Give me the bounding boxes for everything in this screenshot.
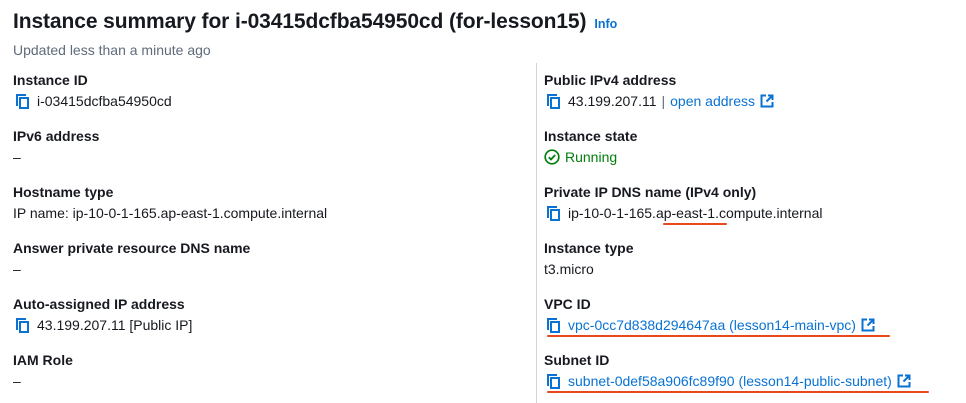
annotation-underline <box>663 223 727 225</box>
field-label: Hostname type <box>13 184 114 200</box>
page-title: Instance summary for i-03415dcfba54950cd… <box>13 10 587 33</box>
info-link[interactable]: Info <box>594 17 617 31</box>
copy-icon[interactable] <box>544 92 562 110</box>
open-address-link[interactable]: open address <box>670 92 755 110</box>
field-label: Answer private resource DNS name <box>13 240 251 256</box>
field-auto-ip: Auto-assigned IP address 43.199.207.11 [… <box>13 295 192 334</box>
field-iam-role: IAM Role – <box>13 351 73 390</box>
field-label: IPv6 address <box>13 128 100 144</box>
field-label: Private IP DNS name (IPv4 only) <box>544 184 757 200</box>
field-vpc-id: VPC ID vpc-0cc7d838d294647aa (lesson14-m… <box>544 295 875 334</box>
field-label: Subnet ID <box>544 352 610 368</box>
summary-header: Instance summary for i-03415dcfba54950cd… <box>13 10 617 34</box>
field-label: IAM Role <box>13 352 73 368</box>
field-label: Instance state <box>544 128 638 144</box>
auto-ip-value: 43.199.207.11 [Public IP] <box>37 317 193 333</box>
copy-icon[interactable] <box>544 204 562 222</box>
field-answer-dns: Answer private resource DNS name – <box>13 239 250 278</box>
subnet-id-link[interactable]: subnet-0def58a906fc89f90 (lesson14-publi… <box>568 372 892 390</box>
instance-state-value: Running <box>565 149 618 165</box>
external-link-icon[interactable] <box>760 94 774 108</box>
external-link-icon[interactable] <box>897 374 911 388</box>
field-instance-id: Instance ID i-03415dcfba54950cd <box>13 71 172 110</box>
field-label: Instance type <box>544 240 634 256</box>
vpc-id-link[interactable]: vpc-0cc7d838d294647aa (lesson14-main-vpc… <box>568 316 856 334</box>
column-divider <box>536 63 537 403</box>
instance-type-value: t3.micro <box>544 261 594 277</box>
field-instance-state: Instance state Running <box>544 127 637 166</box>
updated-status: Updated less than a minute ago <box>13 42 211 58</box>
copy-icon[interactable] <box>544 316 562 334</box>
field-label: Instance ID <box>13 72 88 88</box>
field-label: Public IPv4 address <box>544 72 677 88</box>
external-link-icon[interactable] <box>861 318 875 332</box>
copy-icon[interactable] <box>544 372 562 390</box>
field-public-ipv4: Public IPv4 address 43.199.207.11 | open… <box>544 71 774 110</box>
instance-id-value: i-03415dcfba54950cd <box>37 93 172 109</box>
public-ipv4-value: 43.199.207.11 <box>568 93 657 109</box>
field-subnet-id: Subnet ID subnet-0def58a906fc89f90 (less… <box>544 351 911 390</box>
field-hostname-type: Hostname type IP name: ip-10-0-1-165.ap-… <box>13 183 327 222</box>
hostname-type-value: IP name: ip-10-0-1-165.ap-east-1.compute… <box>13 205 328 221</box>
ipv6-value: – <box>13 149 21 165</box>
field-private-dns: Private IP DNS name (IPv4 only) ip-10-0-… <box>544 183 822 222</box>
answer-dns-value: – <box>13 261 21 277</box>
copy-icon[interactable] <box>13 316 31 334</box>
field-label: VPC ID <box>544 296 591 312</box>
status-check-icon <box>544 149 560 165</box>
private-dns-value: ip-10-0-1-165.ap-east-1.compute.internal <box>568 205 823 221</box>
field-label: Auto-assigned IP address <box>13 296 185 312</box>
annotation-underline <box>547 335 890 337</box>
copy-icon[interactable] <box>13 92 31 110</box>
separator: | <box>661 93 666 109</box>
iam-role-value: – <box>13 373 21 389</box>
field-instance-type: Instance type t3.micro <box>544 239 633 278</box>
field-ipv6: IPv6 address – <box>13 127 99 166</box>
annotation-underline <box>547 391 929 393</box>
